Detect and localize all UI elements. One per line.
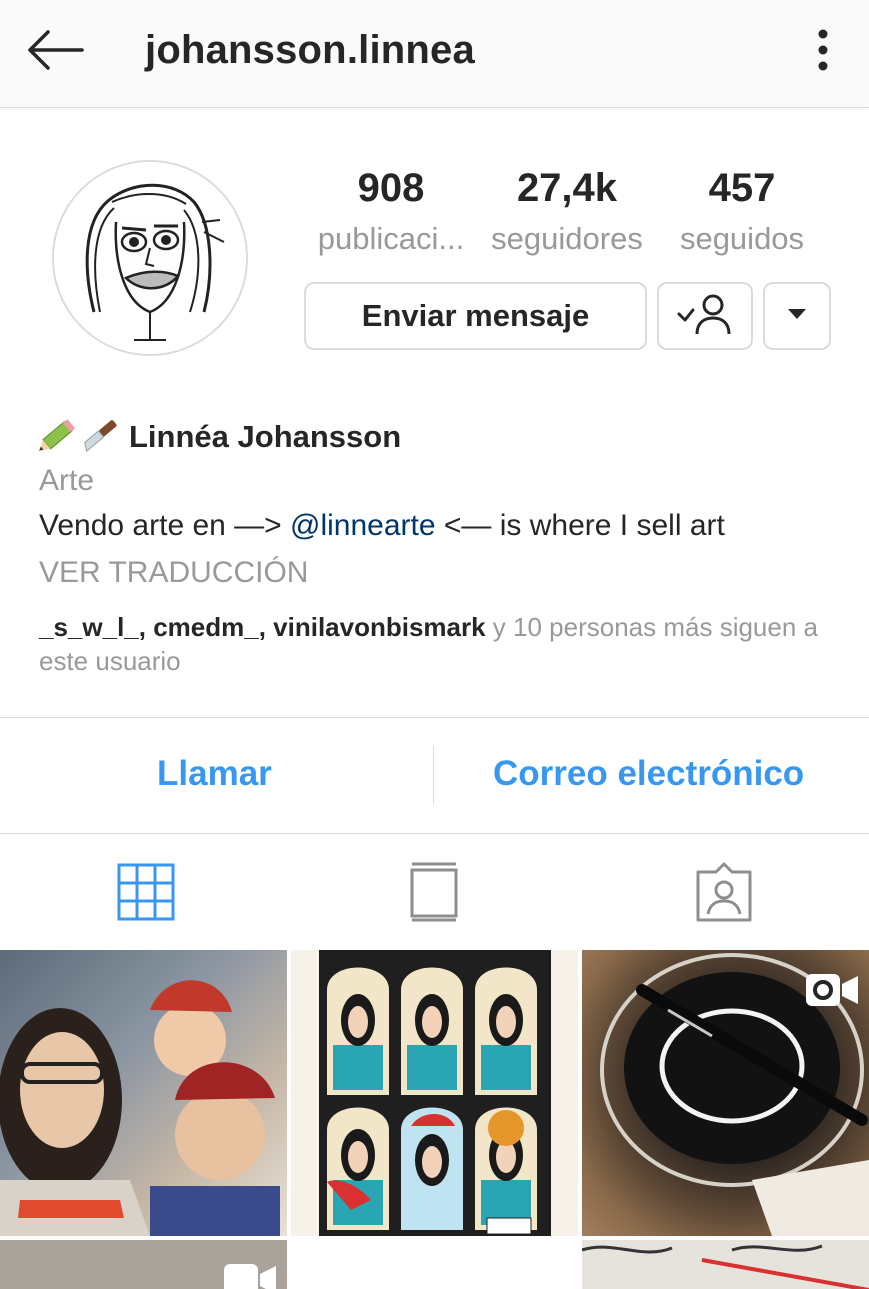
pencil-knife-emoji	[39, 414, 121, 459]
video-camera-icon	[222, 1260, 278, 1289]
send-message-button[interactable]: Enviar mensaje	[304, 282, 647, 350]
followed-by-user[interactable]: cmedm_	[153, 612, 259, 642]
followed-by-separator: ,	[138, 612, 154, 642]
kebab-menu-icon[interactable]	[806, 26, 840, 74]
profile-full-name: Linnéa Johansson	[129, 418, 402, 454]
stat-following[interactable]: 457 seguidos	[660, 165, 824, 261]
see-translation-link[interactable]: VER TRADUCCIÓN	[39, 556, 308, 590]
profile-username: johansson.linnea	[145, 28, 475, 72]
caret-down-icon	[786, 307, 808, 326]
posts-count: 908	[357, 166, 425, 210]
profile-bio: Vendo arte en —> @linnearte <— is where …	[39, 509, 725, 543]
post-thumbnail[interactable]	[582, 950, 869, 1236]
bio-text-end: <— is where I sell art	[435, 509, 725, 542]
action-separator	[433, 746, 434, 804]
tab-tagged[interactable]	[694, 862, 754, 922]
avatar[interactable]	[52, 160, 248, 356]
tab-grid[interactable]	[116, 862, 176, 922]
stat-posts[interactable]: 908 publicaci...	[304, 165, 478, 261]
followed-by-separator: ,	[258, 612, 274, 642]
post-thumbnail[interactable]	[582, 1240, 869, 1289]
following-button[interactable]	[657, 282, 753, 350]
followed-by-user[interactable]: vinilavonbismark	[273, 612, 485, 642]
tab-feed[interactable]	[404, 862, 464, 922]
post-thumbnail[interactable]	[291, 1240, 578, 1289]
post-thumbnail[interactable]	[0, 1240, 287, 1289]
video-camera-icon	[804, 970, 860, 1015]
following-check-user-icon	[675, 290, 735, 343]
post-grid	[0, 950, 869, 1289]
post-thumbnail[interactable]	[0, 950, 287, 1236]
feed-icon	[404, 862, 464, 926]
divider	[0, 717, 869, 718]
grid-icon	[116, 863, 176, 926]
bio-text-start: Vendo arte en —>	[39, 509, 291, 542]
top-bar: johansson.linnea	[0, 0, 869, 108]
tagged-icon	[694, 862, 754, 926]
arrow-left-icon[interactable]	[24, 26, 88, 74]
email-button[interactable]: Correo electrónico	[493, 754, 804, 794]
following-count: 457	[708, 166, 776, 210]
profile-name-row: Linnéa Johansson	[39, 414, 401, 459]
call-button[interactable]: Llamar	[157, 754, 272, 794]
bio-mention-link[interactable]: @linnearte	[290, 509, 436, 542]
post-thumbnail[interactable]	[291, 950, 578, 1236]
divider	[0, 833, 869, 834]
followers-count: 27,4k	[516, 166, 618, 210]
more-options-button[interactable]	[763, 282, 831, 350]
followers-label: seguidores	[491, 221, 643, 256]
followed-by-user[interactable]: _s_w_l_	[39, 612, 139, 642]
stat-followers[interactable]: 27,4k seguidores	[480, 165, 654, 261]
profile-category: Arte	[39, 464, 95, 497]
followed-by-text[interactable]: _s_w_l_, cmedm_, vinilavonbismark y 10 p…	[39, 610, 839, 678]
posts-label: publicaci...	[317, 221, 465, 256]
following-label: seguidos	[679, 221, 805, 256]
